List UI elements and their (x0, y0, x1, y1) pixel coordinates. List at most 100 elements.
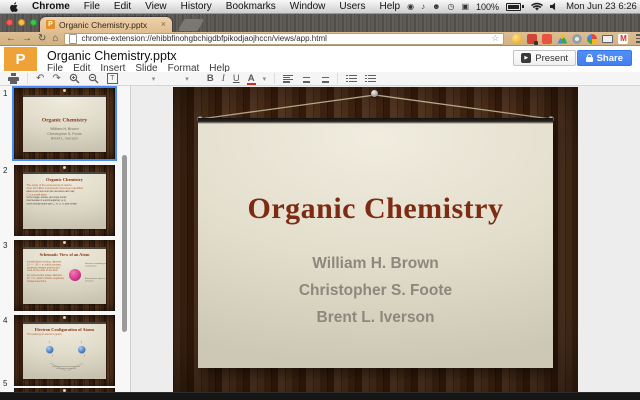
thumb3-bullet: a small dense nucleus, diameter 10⁻¹⁴ – … (27, 261, 65, 273)
reload-icon[interactable]: ↻ (38, 34, 46, 44)
thumb3-bullet: an extra-nuclear space, diameter 10⁻¹⁰ m… (27, 275, 65, 284)
color-dropdown-arrow[interactable]: ▾ (263, 75, 267, 83)
font-dropdown-arrow[interactable]: ▾ (152, 75, 156, 83)
battery-percent: 100% (476, 2, 499, 12)
browser-tab[interactable]: P Organic Chemistry.pptx × (40, 17, 172, 32)
play-icon: ▶ (521, 53, 531, 63)
extension-icon-pinwheel[interactable] (587, 34, 597, 44)
numbered-list-icon[interactable] (346, 75, 357, 83)
page-icon (69, 34, 77, 44)
slide-canvas[interactable]: Organic Chemistry William H. Brown Chris… (198, 118, 553, 368)
wifi-icon[interactable] (531, 2, 543, 11)
status-clock-icon[interactable]: ◷ (447, 3, 454, 11)
status-app-icon-1[interactable]: ◉ (407, 3, 414, 11)
menubar-item-edit[interactable]: Edit (114, 1, 131, 12)
electron-spin-diagram: ↑ ↑ ↓ ↓ (23, 336, 106, 371)
mail-extension-icon[interactable]: M (618, 34, 628, 44)
up-arrow: ↑ (48, 340, 50, 345)
back-icon[interactable]: ← (6, 34, 16, 44)
thumbnail-canvas: Schematic View of an Atom a small dense … (23, 247, 106, 304)
screen-share-icon[interactable] (602, 35, 613, 43)
chrome-menu-icon[interactable] (636, 34, 640, 43)
chrome-navbar: ← → ↻ ⌂ chrome-extension://ehibbfinohgbc… (0, 32, 640, 46)
present-label: Present (535, 53, 568, 64)
volume-icon[interactable] (550, 2, 559, 11)
menubar-item-chrome[interactable]: Chrome (32, 1, 70, 12)
status-app-icon-2[interactable]: ♪ (421, 3, 425, 11)
slide-title[interactable]: Organic Chemistry (198, 192, 553, 226)
underline-button[interactable]: U (233, 73, 240, 84)
macos-menubar: Chrome File Edit View History Bookmarks … (0, 0, 640, 14)
slide-thumbnail-1[interactable]: 1 Organic Chemistry William H. Brown Chr… (14, 88, 115, 159)
author-line: William H. Brown (198, 250, 553, 277)
url-text[interactable]: chrome-extension://ehibbfinohgbchigdbfpi… (81, 34, 487, 43)
tab-close-icon[interactable]: × (161, 20, 166, 29)
document-title[interactable]: Organic Chemistry.pptx (47, 49, 177, 63)
edit-toolbar: ↶ ↷ T ▾ ▾ B I U A ▾ (0, 72, 640, 86)
bookmark-star-icon[interactable]: ☆ (491, 34, 499, 43)
thumbnail-scrollbar[interactable] (122, 155, 127, 332)
bullet-list-icon[interactable] (365, 75, 376, 83)
menubar-item-users[interactable]: Users (339, 1, 365, 12)
menubar-status-area: ◉ ♪ ☻ ◷ ▣ 100% Mon Jun 23 6:26 PM (407, 1, 640, 12)
menubar-item-history[interactable]: History (181, 1, 212, 12)
down-arrow: ↓ (83, 353, 85, 358)
thumb1-title: Organic Chemistry (23, 117, 106, 123)
address-bar[interactable]: chrome-extension://ehibbfinohgbchigdbfpi… (64, 33, 504, 45)
share-button[interactable]: Share (577, 50, 632, 66)
thumbnail-number: 1 (3, 89, 7, 98)
status-windows-icon[interactable]: ▣ (461, 3, 469, 11)
bottom-dark-bar (0, 392, 640, 400)
undo-icon[interactable]: ↶ (36, 74, 44, 84)
menubar-item-view[interactable]: View (145, 1, 167, 12)
print-icon[interactable] (8, 73, 19, 84)
menubar-item-bookmarks[interactable]: Bookmarks (226, 1, 276, 12)
extension-icon-yellow[interactable] (512, 34, 522, 44)
extension-icon-orange[interactable] (542, 34, 552, 44)
text-color-button[interactable]: A (248, 73, 255, 84)
thumb1-author: Brent L. Iverson (23, 137, 106, 142)
extension-icon-red-badge[interactable] (527, 34, 537, 44)
redo-icon[interactable]: ↷ (52, 74, 60, 84)
minimize-window-button[interactable] (18, 19, 25, 26)
share-label: Share (597, 53, 623, 64)
slide-thumbnail-2[interactable]: 2 Organic Chemistry The study of the com… (14, 165, 115, 236)
extension-icon-gray[interactable] (572, 34, 582, 44)
slide-authors[interactable]: William H. Brown Christopher S. Foote Br… (198, 250, 553, 331)
zoom-in-icon[interactable] (69, 73, 80, 84)
slide-thumbnail-4[interactable]: 4 Electron Configuration of Atoms The pa… (14, 315, 115, 386)
thumb3-label: Extranuclear space containing electrons (85, 277, 106, 282)
menubar-clock[interactable]: Mon Jun 23 6:26 PM (566, 1, 640, 12)
new-tab-button[interactable] (178, 19, 204, 31)
apple-menu-icon[interactable] (10, 1, 19, 12)
forward-icon[interactable]: → (22, 34, 32, 44)
thumbnail-number: 2 (3, 166, 7, 175)
present-button[interactable]: ▶ Present (513, 50, 576, 66)
align-right-icon[interactable] (319, 75, 329, 83)
home-icon[interactable]: ⌂ (52, 34, 58, 44)
screen: Chrome File Edit View History Bookmarks … (0, 0, 640, 400)
zoom-out-icon[interactable] (88, 73, 99, 84)
align-left-icon[interactable] (283, 75, 293, 83)
slide-thumbnail-3[interactable]: 3 Schematic View of an Atom a small dens… (14, 240, 115, 311)
align-center-icon[interactable] (301, 75, 311, 83)
app-logo[interactable]: P (4, 47, 37, 71)
thumbnail-number: 3 (3, 241, 7, 250)
google-drive-icon[interactable] (557, 34, 567, 44)
size-dropdown-arrow[interactable]: ▾ (185, 75, 189, 83)
thumbnail-number: 4 (3, 316, 7, 325)
italic-button[interactable]: I (222, 74, 225, 84)
menubar-item-window[interactable]: Window (290, 1, 326, 12)
status-app-icon-3[interactable]: ☻ (432, 3, 440, 11)
battery-icon[interactable] (506, 3, 524, 11)
lock-icon (586, 57, 593, 62)
text-box-icon[interactable]: T (107, 73, 118, 84)
slide-thumbnail-panel: 1 Organic Chemistry William H. Brown Chr… (0, 86, 131, 392)
zoom-window-button[interactable] (30, 19, 37, 26)
bold-button[interactable]: B (207, 73, 214, 84)
menubar-item-file[interactable]: File (84, 1, 100, 12)
close-window-button[interactable] (6, 19, 13, 26)
menubar-item-help[interactable]: Help (380, 1, 401, 12)
tab-favicon: P (46, 20, 55, 29)
thumbnail-pin (63, 89, 66, 92)
